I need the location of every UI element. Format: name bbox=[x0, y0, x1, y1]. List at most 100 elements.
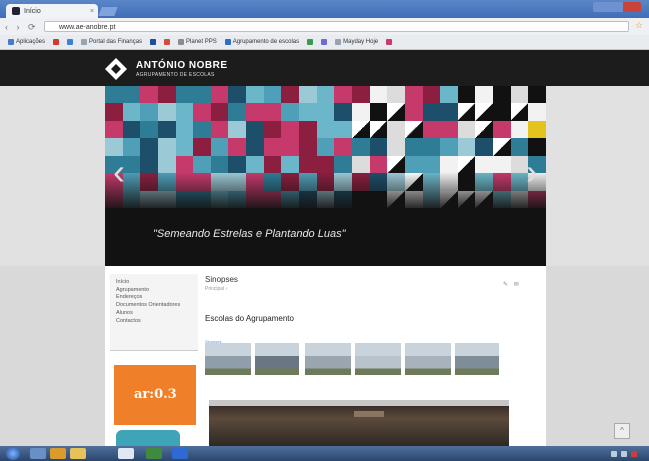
media-taskbar-icon[interactable] bbox=[50, 448, 66, 459]
bookmark-item[interactable] bbox=[164, 39, 171, 45]
mosaic-tile bbox=[457, 103, 476, 121]
share-icons[interactable]: ✎ ✉ bbox=[503, 281, 521, 288]
sidebar-item-documentos[interactable]: Documentos Orientadores bbox=[116, 302, 198, 310]
mosaic-tile bbox=[369, 138, 388, 156]
mosaic-tile bbox=[440, 103, 458, 121]
site-header bbox=[0, 50, 649, 86]
mosaic-tile bbox=[246, 86, 264, 104]
chrome-taskbar-icon[interactable] bbox=[118, 448, 134, 459]
bookmark-favicon-icon bbox=[321, 39, 328, 45]
bookmark-item[interactable] bbox=[67, 39, 74, 45]
explorer-taskbar-icon[interactable] bbox=[30, 448, 46, 459]
mosaic-tile bbox=[493, 120, 511, 139]
mosaic-tile bbox=[281, 155, 300, 174]
new-tab-button[interactable] bbox=[98, 7, 118, 16]
school-logo-icon[interactable] bbox=[104, 57, 128, 81]
partner-banner-2[interactable] bbox=[116, 430, 180, 446]
bookmark-item[interactable] bbox=[386, 39, 393, 45]
window-close-button[interactable] bbox=[623, 2, 641, 12]
partner-logo-text: ar:0.3 bbox=[134, 387, 177, 402]
breadcrumb[interactable]: Principal › bbox=[205, 286, 227, 292]
mosaic-tile bbox=[281, 120, 300, 139]
sidebar-item-contactos[interactable]: Contactos bbox=[116, 318, 198, 326]
slider-next-arrow-icon[interactable]: › bbox=[526, 154, 538, 190]
mosaic-tile bbox=[193, 103, 211, 121]
window-controls[interactable] bbox=[593, 2, 641, 12]
mosaic-tile bbox=[140, 103, 158, 121]
navigation-buttons[interactable]: ‹ › ⟳ bbox=[5, 22, 39, 33]
bookmark-item[interactable]: Mayday Hoje bbox=[335, 39, 378, 45]
gallery-thumbnail[interactable] bbox=[305, 343, 351, 375]
tab-title: Início bbox=[24, 7, 41, 15]
slider-prev-arrow-icon[interactable]: ‹ bbox=[113, 154, 125, 190]
gallery-thumbnail[interactable] bbox=[405, 343, 451, 375]
word-taskbar-icon[interactable] bbox=[172, 448, 188, 459]
section-title: Sinopses bbox=[205, 275, 238, 284]
mosaic-tile bbox=[528, 120, 546, 139]
mosaic-tile bbox=[440, 120, 458, 139]
bookmark-item[interactable] bbox=[321, 39, 328, 45]
sidebar-item-alunos[interactable]: Alunos bbox=[116, 310, 198, 318]
hero-slider[interactable]: "Semeando Estrelas e Plantando Luas" ‹ › bbox=[105, 86, 546, 266]
gallery-thumbnail[interactable] bbox=[455, 343, 499, 375]
excel-taskbar-icon[interactable] bbox=[146, 448, 162, 459]
partner-banner[interactable]: ar:0.3 bbox=[114, 365, 196, 425]
scroll-to-top-button[interactable]: ^ bbox=[614, 423, 630, 439]
mosaic-tile bbox=[351, 138, 370, 156]
mosaic-tile bbox=[157, 138, 176, 156]
sidebar-divider bbox=[110, 350, 198, 351]
bookmark-favicon-icon bbox=[150, 39, 157, 45]
bookmark-label: Portal das Finanças bbox=[89, 39, 143, 45]
tray-volume-icon[interactable] bbox=[621, 450, 627, 457]
mosaic-tile bbox=[510, 86, 529, 104]
brand-name[interactable]: ANTÓNIO NOBRE bbox=[136, 60, 228, 71]
sidebar-item-agrupamento[interactable]: Agrupamento bbox=[116, 287, 198, 295]
mosaic-tile bbox=[369, 155, 388, 174]
address-bar[interactable]: www.ae-anobre.pt bbox=[44, 21, 629, 32]
mosaic-tile bbox=[387, 138, 405, 156]
mosaic-tile bbox=[122, 155, 141, 174]
tray-network-icon[interactable] bbox=[611, 450, 617, 457]
mosaic-tile bbox=[404, 86, 423, 104]
mosaic-tile bbox=[440, 86, 458, 104]
bookmark-label: Planet PPS bbox=[186, 39, 217, 45]
bookmark-item[interactable]: Aplicações bbox=[8, 39, 45, 45]
mosaic-tile bbox=[263, 155, 282, 174]
bookmark-item[interactable] bbox=[307, 39, 314, 45]
mosaic-tile bbox=[422, 120, 441, 139]
gallery-thumbnail[interactable] bbox=[205, 343, 251, 375]
mosaic-tile bbox=[387, 155, 405, 174]
folder-taskbar-icon[interactable] bbox=[70, 448, 86, 459]
bookmark-item[interactable]: Planet PPS bbox=[178, 39, 217, 45]
bookmark-star-icon[interactable]: ☆ bbox=[635, 20, 643, 31]
tray-alert-icon[interactable] bbox=[631, 450, 637, 457]
mosaic-tile bbox=[334, 86, 352, 104]
mosaic-tile bbox=[193, 138, 211, 156]
mosaic-tile bbox=[122, 103, 141, 121]
browser-tab[interactable]: Início × bbox=[6, 4, 98, 18]
close-tab-icon[interactable]: × bbox=[90, 8, 94, 15]
brand-subtitle: AGRUPAMENTO DE ESCOLAS bbox=[136, 72, 215, 78]
mosaic-tile bbox=[263, 86, 282, 104]
bookmark-label: Aplicações bbox=[16, 39, 46, 45]
mosaic-fade bbox=[105, 172, 546, 212]
mosaic-tile bbox=[493, 103, 511, 121]
mosaic-tile bbox=[316, 86, 335, 104]
school-photo[interactable] bbox=[209, 400, 509, 446]
start-button-icon[interactable] bbox=[6, 447, 20, 460]
mosaic-tile bbox=[246, 103, 264, 121]
mosaic-tile bbox=[140, 86, 158, 104]
mosaic-tile bbox=[299, 138, 317, 156]
gallery-thumbnail[interactable] bbox=[255, 343, 299, 375]
bookmark-item[interactable] bbox=[150, 39, 157, 45]
mosaic-tile bbox=[175, 86, 194, 104]
mosaic-tile bbox=[475, 138, 494, 156]
gallery-thumbnail[interactable] bbox=[355, 343, 401, 375]
bookmark-item[interactable]: Agrupamento de escolas bbox=[224, 39, 299, 45]
sidebar-item-inicio[interactable]: Início bbox=[116, 279, 198, 287]
bookmark-item[interactable]: Portal das Finanças bbox=[81, 39, 142, 45]
mosaic-tile bbox=[246, 120, 264, 139]
mosaic-tile bbox=[193, 86, 211, 104]
sidebar-item-enderecos[interactable]: Endereços bbox=[116, 294, 198, 302]
bookmark-item[interactable] bbox=[53, 39, 60, 45]
